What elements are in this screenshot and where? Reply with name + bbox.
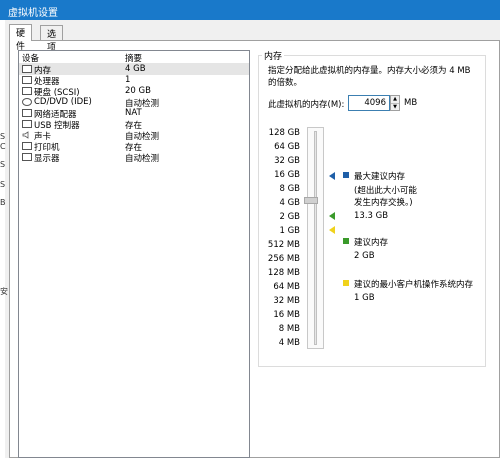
device-row-processor[interactable]: 处理器 1 xyxy=(19,75,249,87)
min-legend-square-icon xyxy=(343,280,349,286)
min-legend-value: 1 GB xyxy=(354,293,375,303)
min-memory-marker-icon xyxy=(329,226,335,234)
column-header-summary[interactable]: 摘要 xyxy=(125,52,142,64)
scale-label: 8 MB xyxy=(278,324,300,334)
scale-label: 64 MB xyxy=(273,282,300,292)
background-fragment: S xyxy=(0,132,6,141)
max-legend-note: 发生内存交换。) xyxy=(354,198,413,208)
memory-group-title: 内存 xyxy=(262,49,285,62)
scale-label: 8 GB xyxy=(279,184,300,194)
speaker-icon xyxy=(22,131,32,139)
scale-label: 32 MB xyxy=(273,296,300,306)
title-bar: 虚拟机设置 xyxy=(0,0,500,20)
min-legend-title: 建议的最小客户机操作系统内存 xyxy=(354,280,474,290)
device-summary: NAT xyxy=(125,108,142,118)
window-title: 虚拟机设置 xyxy=(8,8,58,19)
device-row-monitor[interactable]: 显示器 自动检测 xyxy=(19,152,249,164)
max-legend-value: 13.3 GB xyxy=(354,211,389,221)
device-row-memory[interactable]: 内存 4 GB xyxy=(19,64,249,76)
tab-hardware[interactable]: 硬件 xyxy=(9,24,33,52)
memory-icon xyxy=(22,65,32,73)
max-memory-marker-icon xyxy=(329,172,335,180)
memory-slider-groove xyxy=(314,131,317,345)
background-fragment: S xyxy=(0,160,6,169)
device-row-sound[interactable]: 声卡 自动检测 xyxy=(19,130,249,142)
background-fragment: C xyxy=(0,142,6,151)
recommended-legend-value: 2 GB xyxy=(354,251,375,261)
device-list[interactable]: 设备 摘要 内存 4 GB 处理器 1 硬盘 (SCSI) 20 GB CD/D… xyxy=(18,50,250,458)
device-row-cdrom[interactable]: CD/DVD (IDE) 自动检测 xyxy=(19,97,249,109)
cdrom-icon xyxy=(22,98,32,106)
scale-label: 64 GB xyxy=(274,142,300,152)
scale-label: 512 MB xyxy=(267,240,300,250)
device-summary: 1 xyxy=(125,75,131,85)
network-icon xyxy=(22,109,32,117)
device-summary: 20 GB xyxy=(125,86,151,96)
printer-icon xyxy=(22,142,32,150)
memory-slider-track[interactable] xyxy=(307,127,324,349)
background-fragment: 安 xyxy=(0,287,8,296)
column-header-device[interactable]: 设备 xyxy=(22,52,39,64)
memory-input[interactable]: 4096 xyxy=(348,95,390,111)
scale-label: 128 GB xyxy=(268,128,300,138)
max-legend-square-icon xyxy=(343,172,349,178)
device-row-network[interactable]: 网络适配器 NAT xyxy=(19,108,249,120)
background-fragment: S xyxy=(0,180,6,189)
spin-down-icon[interactable]: ▼ xyxy=(391,104,399,111)
memory-unit: MB xyxy=(404,98,418,108)
device-row-usb[interactable]: USB 控制器 存在 xyxy=(19,119,249,131)
scale-label: 4 MB xyxy=(278,338,300,348)
device-list-header: 设备 摘要 xyxy=(19,51,249,64)
scale-label: 32 GB xyxy=(274,156,300,166)
device-summary: 4 GB xyxy=(125,64,146,74)
scale-label: 16 MB xyxy=(273,310,300,320)
device-summary: 自动检测 xyxy=(125,154,160,164)
processor-icon xyxy=(22,76,32,84)
device-row-printer[interactable]: 打印机 存在 xyxy=(19,141,249,153)
harddisk-icon xyxy=(22,87,32,95)
scale-label: 4 GB xyxy=(279,198,300,208)
memory-slider-thumb[interactable] xyxy=(304,197,318,204)
scale-label: 128 MB xyxy=(267,268,300,278)
background-fragment: B xyxy=(0,198,6,207)
device-name: CD/DVD (IDE) xyxy=(34,97,92,107)
scale-label: 2 GB xyxy=(279,212,300,222)
max-legend-note: (超出此大小可能 xyxy=(354,186,417,196)
spin-up-icon[interactable]: ▲ xyxy=(391,96,399,104)
tab-options[interactable]: 选项 xyxy=(40,25,64,53)
recommended-legend-square-icon xyxy=(343,238,349,244)
memory-input-value: 4096 xyxy=(364,98,386,108)
memory-field-label: 此虚拟机的内存(M): xyxy=(268,100,345,110)
memory-description: 指定分配给此虚拟机的内存量。内存大小必须为 4 MB 的倍数。 xyxy=(268,66,471,88)
scale-label: 1 GB xyxy=(279,226,300,236)
scale-label: 256 MB xyxy=(267,254,300,264)
recommended-memory-marker-icon xyxy=(329,212,335,220)
scale-label: 16 GB xyxy=(274,170,300,180)
device-name: 显示器 xyxy=(34,154,60,164)
background-window-strip: S C S S B 安 xyxy=(0,20,8,458)
monitor-icon xyxy=(22,153,32,161)
usb-icon xyxy=(22,120,32,128)
device-row-harddisk[interactable]: 硬盘 (SCSI) 20 GB xyxy=(19,86,249,98)
recommended-legend-title: 建议内存 xyxy=(354,238,389,248)
max-legend-title: 最大建议内存 xyxy=(354,172,406,182)
memory-spinner[interactable]: ▲ ▼ xyxy=(390,95,400,111)
